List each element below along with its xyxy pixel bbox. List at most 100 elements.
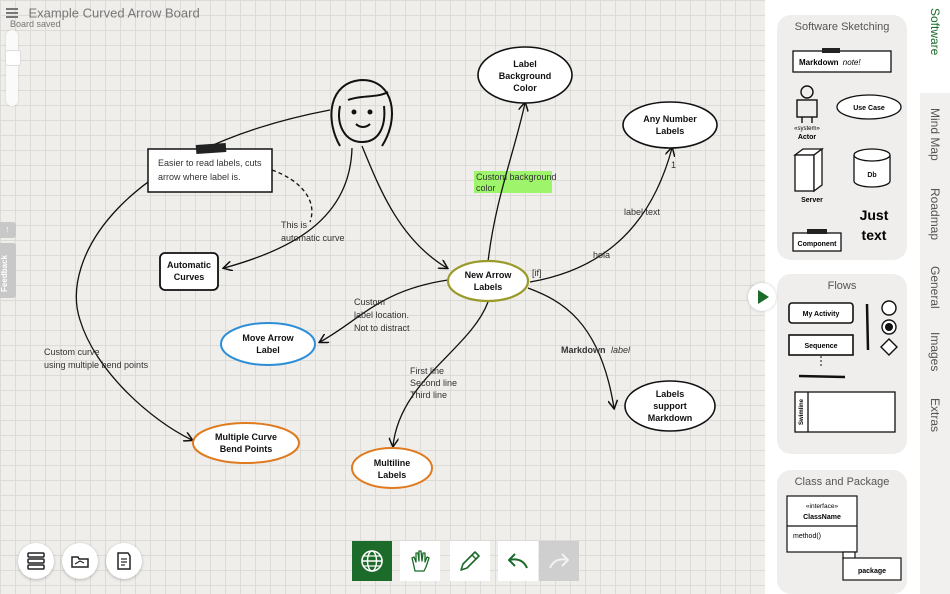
class-package-card: Class and Package «interface» ClassName … (777, 470, 907, 594)
undo-button[interactable] (498, 541, 538, 581)
svg-text:Sequence: Sequence (804, 343, 837, 350)
document-icon (117, 552, 131, 570)
node-auto-curves[interactable]: Automatic Curves (159, 252, 219, 291)
label-custom-curve-1[interactable]: Custom curve (44, 347, 100, 357)
tab-roadmap[interactable]: Roadmap (920, 180, 950, 255)
label-custom-loc-3[interactable]: Not to distract (354, 323, 410, 333)
svg-text:Move Arrow: Move Arrow (242, 333, 294, 343)
tab-extras[interactable]: Extras (920, 390, 950, 450)
label-this-is-1[interactable]: This is (281, 220, 308, 230)
svg-text:Labels: Labels (656, 126, 685, 136)
shape-use-case[interactable]: Use Case (836, 94, 902, 120)
node-move-arrow[interactable]: Move Arrow Label (220, 322, 316, 366)
svg-text:Any Number: Any Number (643, 114, 697, 124)
tab-general[interactable]: General (920, 258, 950, 328)
tab-software[interactable]: Software (920, 0, 950, 93)
tab-mind-map[interactable]: Mind Map (920, 100, 950, 175)
shape-actor[interactable] (796, 85, 818, 123)
collapse-panel-button[interactable] (748, 283, 776, 311)
shape-db[interactable]: Db (853, 148, 891, 188)
zoom-slider[interactable] (5, 30, 21, 106)
tab-images[interactable]: Images (920, 324, 950, 389)
label-one[interactable]: 1 (671, 160, 676, 170)
shape-server[interactable] (793, 147, 824, 193)
feedback-label: Feedback (0, 255, 9, 292)
server-label: Server (801, 197, 823, 204)
shape-swimline[interactable]: Swimline (794, 391, 896, 433)
label-first-line[interactable]: First line (410, 366, 444, 376)
pencil-tool-button[interactable] (450, 541, 490, 581)
shape-my-activity[interactable]: My Activity (788, 302, 854, 324)
svg-text:ClassName: ClassName (803, 514, 841, 521)
svg-text:Labels: Labels (474, 282, 503, 292)
shape-decision[interactable] (880, 338, 898, 356)
shape-sequence[interactable]: Sequence (788, 334, 854, 367)
shape-fork-bar[interactable] (865, 303, 870, 351)
shape-end-node[interactable] (881, 319, 897, 335)
redo-button[interactable] (539, 541, 579, 581)
svg-text:«interface»: «interface» (806, 503, 839, 510)
svg-text:Color: Color (513, 83, 537, 93)
shape-class[interactable]: «interface» ClassName method() (786, 495, 858, 553)
flows-card: Flows My Activity Sequence Swimline (777, 274, 907, 454)
label-label-text[interactable]: label text (624, 207, 661, 217)
svg-text:Labels: Labels (378, 470, 407, 480)
play-icon (758, 290, 769, 304)
svg-text:Just: Just (860, 207, 889, 223)
label-second-line[interactable]: Second line (410, 378, 457, 388)
class-package-title: Class and Package (794, 476, 890, 488)
node-markdown[interactable]: Labels support Markdown (624, 380, 716, 432)
software-sketching-title: Software Sketching (794, 21, 890, 33)
svg-text:Markdown note!: Markdown note! (799, 58, 861, 67)
layers-icon (27, 552, 45, 570)
layers-button[interactable] (18, 543, 54, 579)
node-any-number[interactable]: Any Number Labels (622, 101, 718, 149)
notes-button[interactable] (106, 543, 142, 579)
node-label-bg[interactable]: Label Background Color (477, 46, 573, 104)
feedback-tab[interactable]: Feedback (0, 243, 16, 298)
svg-text:New Arrow: New Arrow (465, 270, 513, 280)
label-third-line[interactable]: Third line (410, 390, 447, 400)
hand-icon (411, 550, 430, 572)
svg-text:Component: Component (798, 241, 838, 248)
svg-text:Label: Label (256, 345, 280, 355)
label-markdown[interactable]: Markdown label (561, 345, 631, 355)
label-if[interactable]: [if] (532, 268, 542, 278)
node-new-arrow[interactable]: New Arrow Labels (446, 259, 530, 303)
shape-markdown-note[interactable]: Markdown note! (792, 48, 892, 73)
redo-icon (549, 553, 569, 569)
menu-icon[interactable] (6, 6, 18, 20)
label-this-is-2[interactable]: automatic curve (281, 233, 345, 243)
label-hola[interactable]: hola (593, 250, 610, 260)
label-custom-loc-2[interactable]: label location. (354, 310, 409, 320)
zoom-slider-thumb[interactable] (5, 50, 21, 66)
info-tab[interactable]: ↑ (0, 222, 16, 238)
node-multiline[interactable]: Multiline Labels (351, 447, 433, 489)
shape-start-node[interactable] (881, 300, 897, 316)
globe-tool-button[interactable] (352, 541, 392, 581)
flow-shapes: My Activity Sequence Swimline (788, 300, 898, 433)
svg-text:Curves: Curves (174, 272, 205, 282)
open-board-button[interactable] (62, 543, 98, 579)
label-custom-curve-2[interactable]: using multiple bend points (44, 360, 149, 370)
label-custom-bg-1[interactable]: Custom background (476, 172, 557, 182)
shape-join-bar[interactable] (798, 374, 846, 379)
flows-title: Flows (827, 280, 857, 292)
label-custom-bg-2[interactable]: color (476, 183, 496, 193)
diagram[interactable]: Easier to read labels, cuts arrow where … (0, 0, 765, 594)
svg-text:Multiline: Multiline (374, 458, 411, 468)
pencil-icon (460, 551, 480, 571)
shape-component[interactable]: Component (792, 229, 842, 252)
class-shapes: «interface» ClassName method() package (786, 495, 902, 581)
arrow-to-new-arrow[interactable] (361, 145, 447, 268)
node-multi-curve[interactable]: Multiple Curve Bend Points (192, 422, 300, 464)
shape-just-text[interactable]: Just text (860, 207, 889, 243)
svg-text:Use Case: Use Case (853, 105, 885, 112)
hand-tool-button[interactable] (400, 541, 440, 581)
note-node[interactable]: Easier to read labels, cuts arrow where … (147, 142, 273, 193)
svg-text:Bend Points: Bend Points (220, 444, 273, 454)
shape-package[interactable]: package (842, 551, 902, 581)
globe-icon (361, 550, 383, 572)
svg-text:text: text (862, 227, 887, 243)
label-custom-loc-1[interactable]: Custom (354, 297, 385, 307)
